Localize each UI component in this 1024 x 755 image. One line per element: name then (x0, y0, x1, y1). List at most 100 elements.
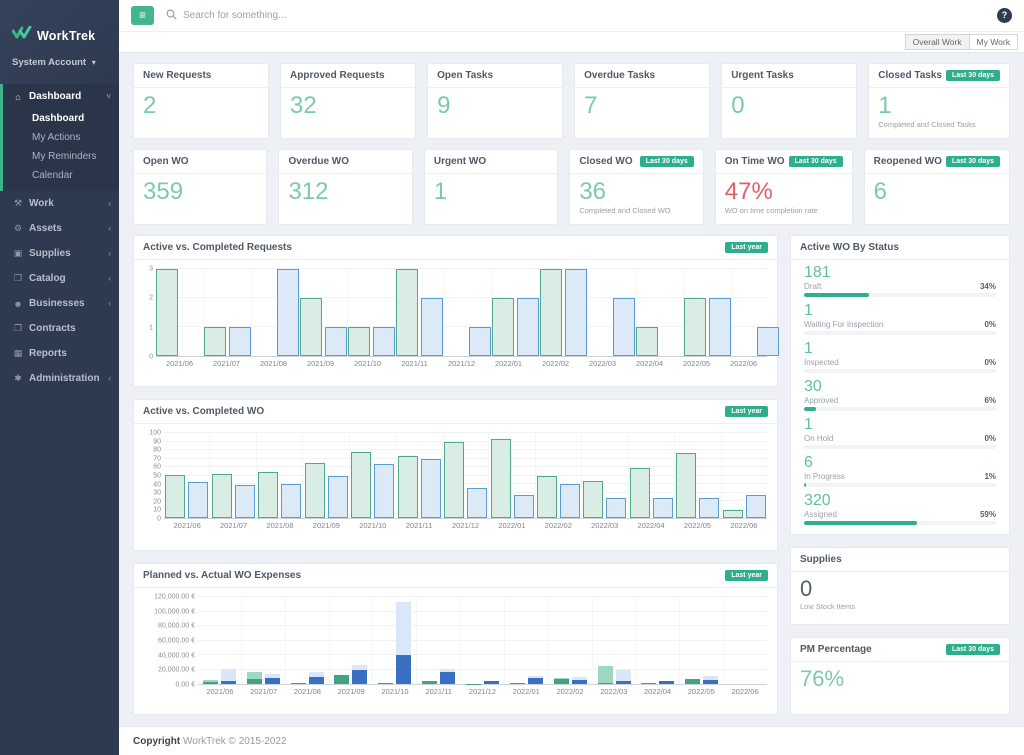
period-badge: Last 30 days (640, 156, 694, 167)
status-progress-fill (804, 293, 869, 297)
my-work-button[interactable]: My Work (970, 34, 1018, 50)
status-percent: 34% (980, 282, 996, 291)
x-tick-label: 2022/03 (582, 521, 628, 530)
green-bar (396, 269, 418, 356)
kpi-card-approved-requests[interactable]: Approved Requests32 (280, 63, 416, 139)
footer: Copyright WorkTrek © 2015-2022 (119, 726, 1024, 755)
blue-dark-segment (484, 681, 499, 684)
sidebar-item-label: Assets (29, 223, 108, 234)
bar-group-2021/11 (396, 269, 444, 356)
kpi-card-open-tasks[interactable]: Open Tasks9 (427, 63, 563, 139)
kpi-card-new-requests[interactable]: New Requests2 (133, 63, 269, 139)
supplies-panel[interactable]: Supplies 0 Low Stock Items (790, 547, 1010, 625)
kpi-card-overdue-tasks[interactable]: Overdue Tasks7 (574, 63, 710, 139)
x-tick-label: 2022/05 (679, 687, 723, 696)
charts-column: Active vs. Completed Requests Last year … (133, 235, 778, 715)
kpi-card-head: New Requests (134, 64, 268, 88)
y-tick-label: 60 (153, 464, 161, 471)
kpi-title: On Time WO (725, 156, 785, 167)
x-tick-label: 2022/04 (636, 687, 680, 696)
actual-expenses-stack (572, 597, 587, 684)
kpi-body: 2 (134, 88, 268, 119)
status-item-on-hold[interactable]: 1On Hold0% (804, 416, 996, 449)
y-tick-label: 30 (153, 490, 161, 497)
period-badge: Last year (725, 570, 768, 581)
actual-expenses-stack (352, 597, 367, 684)
green-bar (351, 452, 371, 518)
kpi-card-urgent-tasks[interactable]: Urgent Tasks0 (721, 63, 857, 139)
kpi-card-closed-tasks[interactable]: Closed TasksLast 30 days1Completed and C… (868, 63, 1010, 139)
blue-bar (709, 298, 731, 356)
search-input[interactable] (183, 10, 403, 21)
sidebar-submenu: DashboardMy ActionsMy RemindersCalendar (3, 109, 119, 191)
panel-title: PM Percentage (800, 644, 872, 655)
requests-bar-chart: 32102021/062021/072021/082021/092021/102… (134, 260, 777, 370)
sidebar-subitem-dashboard[interactable]: Dashboard (3, 109, 119, 128)
sidebar-subitem-my-actions[interactable]: My Actions (3, 128, 119, 147)
worktrek-logo[interactable]: WorkTrek (0, 0, 119, 45)
actual-expenses-stack (440, 597, 455, 684)
kpi-card-overdue-wo[interactable]: Overdue WO312 (278, 149, 412, 225)
bar-group-2021/07 (204, 269, 252, 356)
blue-dark-segment (528, 678, 543, 684)
planned-expenses-stack (685, 597, 700, 684)
kpi-body: 47%WO on time completion rate (716, 174, 852, 215)
sidebar-subitem-my-reminders[interactable]: My Reminders (3, 147, 119, 166)
bar-group-2021/08 (286, 597, 330, 684)
x-tick-label: 2022/04 (628, 521, 674, 530)
sidebar-group-supplies: ▣Supplies‹ (0, 241, 119, 266)
green-bar (165, 475, 185, 518)
status-item-assigned[interactable]: 320Assigned59% (804, 492, 996, 525)
sidebar-item-catalog[interactable]: ❒Catalog‹ (0, 266, 119, 291)
account-switcher[interactable]: System Account ▾ (0, 45, 119, 68)
actual-expenses-stack (221, 597, 236, 684)
sidebar-item-work[interactable]: ⚒Work‹ (0, 191, 119, 216)
supplies-value: 0 (800, 577, 1000, 601)
pm-percentage-panel[interactable]: PM Percentage Last 30 days 76% (790, 637, 1010, 715)
kpi-card-urgent-wo[interactable]: Urgent WO1 (424, 149, 558, 225)
blue-bar (421, 459, 441, 518)
chevron-down-icon: ˅ (106, 92, 111, 101)
blue-bar (373, 327, 395, 356)
sidebar-item-administration[interactable]: ✱Administration‹ (0, 366, 119, 391)
status-item-inspected[interactable]: 1Inspected0% (804, 340, 996, 373)
sidebar-item-businesses[interactable]: ☻Businesses‹ (0, 291, 119, 316)
bar-group-2022/04 (629, 433, 675, 518)
kpi-card-closed-wo[interactable]: Closed WOLast 30 days36Completed and Clo… (569, 149, 703, 225)
x-tick-label: 2021/07 (203, 359, 250, 368)
status-percent: 59% (980, 510, 996, 519)
y-tick-label: 1 (149, 324, 153, 331)
sidebar-item-reports[interactable]: ▦Reports (0, 341, 119, 366)
sidebar-item-label: Businesses (29, 298, 108, 309)
sidebar-item-assets[interactable]: ⚙Assets‹ (0, 216, 119, 241)
kpi-card-reopened-wo[interactable]: Reopened WOLast 30 days6 (864, 149, 1010, 225)
menu-toggle-button[interactable]: ≡ (131, 6, 154, 25)
planned-expenses-stack (466, 597, 481, 684)
kpi-card-on-time-wo[interactable]: On Time WOLast 30 days47%WO on time comp… (715, 149, 853, 225)
green-dark-segment (334, 675, 349, 684)
blue-bar (514, 495, 534, 518)
status-item-draft[interactable]: 181Draft34% (804, 264, 996, 297)
y-tick-label: 50 (153, 473, 161, 480)
bar-group-2021/06 (198, 597, 242, 684)
status-item-in-progress[interactable]: 6In Progress1% (804, 454, 996, 487)
chart-card-expenses: Planned vs. Actual WO Expenses Last year… (133, 563, 778, 715)
blue-bar (229, 327, 251, 356)
sidebar-item-dashboard[interactable]: ⌂Dashboard˅ (3, 84, 119, 109)
sidebar-group-work: ⚒Work‹ (0, 191, 119, 216)
wrench-icon: ⚒ (11, 198, 25, 209)
status-percent: 6% (984, 396, 996, 405)
sidebar-item-supplies[interactable]: ▣Supplies‹ (0, 241, 119, 266)
status-item-approved[interactable]: 30Approved6% (804, 378, 996, 411)
help-icon[interactable]: ? (997, 8, 1012, 23)
overall-work-button[interactable]: Overall Work (905, 34, 970, 50)
status-item-waiting-for-inspection[interactable]: 1Waiting For Inspection0% (804, 302, 996, 335)
sidebar-item-contracts[interactable]: ❐Contracts (0, 316, 119, 341)
bar-group-2021/06 (164, 433, 210, 518)
status-progress-track (804, 483, 996, 487)
kpi-body: 312 (279, 174, 411, 205)
kpi-card-open-wo[interactable]: Open WO359 (133, 149, 267, 225)
blue-bar (235, 485, 255, 518)
green-dark-segment (598, 683, 613, 684)
sidebar-subitem-calendar[interactable]: Calendar (3, 166, 119, 185)
